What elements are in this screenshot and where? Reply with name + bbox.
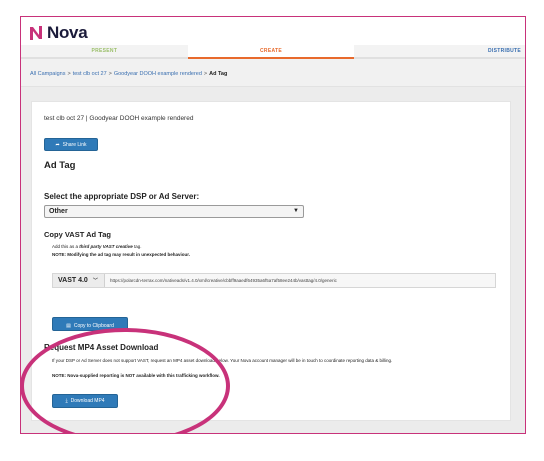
dsp-select[interactable]: Other ▼ — [44, 205, 304, 218]
page-title: Ad Tag — [44, 160, 76, 171]
dsp-heading: Select the appropriate DSP or Ad Server: — [44, 192, 200, 201]
vast-description: Add this as a third party VAST creative … — [52, 244, 141, 249]
share-icon: ➦ — [55, 141, 60, 148]
download-icon: ⤓ — [65, 398, 68, 404]
download-mp4-button[interactable]: ⤓ Download MP4 — [52, 394, 118, 408]
ad-tag-field: VAST 4.0 ﹀ https://polarcdn-terrax.com/n… — [52, 273, 496, 288]
dsp-select-value: Other — [49, 208, 68, 215]
clipboard-icon: ▤ — [66, 323, 71, 329]
card-title: test clb oct 27 | Goodyear DOOH example … — [44, 115, 194, 122]
mp4-note: NOTE: Nova-supplied reporting is NOT ava… — [52, 373, 220, 378]
breadcrumb-link-creative[interactable]: Goodyear DOOH example rendered — [114, 71, 202, 77]
browser-frame: Nova PRESENT CREATE DISTRIBUTE All Campa… — [20, 16, 526, 434]
chevron-down-icon: ﹀ — [92, 278, 98, 284]
breadcrumb-separator: > — [203, 71, 208, 77]
breadcrumb-link-campaign[interactable]: test clb oct 27 — [73, 71, 107, 77]
ad-tag-card: test clb oct 27 | Goodyear DOOH example … — [21, 101, 511, 433]
logo[interactable]: Nova — [29, 23, 88, 43]
copy-to-clipboard-label: Copy to Clipboard — [73, 323, 114, 329]
vast-version-value: VAST 4.0 — [58, 277, 88, 284]
breadcrumb: All Campaigns > test clb oct 27 > Goodyear D… — [21, 59, 525, 87]
breadcrumb-current: Ad Tag — [209, 71, 228, 77]
tab-distribute[interactable]: DISTRIBUTE — [354, 45, 525, 59]
mp4-description: If your DSP or Ad Server does not suppor… — [52, 358, 393, 363]
step-tabs: PRESENT CREATE DISTRIBUTE — [21, 45, 525, 59]
copy-to-clipboard-button[interactable]: ▤ Copy to Clipboard — [52, 317, 128, 331]
app-header: Nova — [21, 17, 525, 45]
ad-tag-url[interactable]: https://polarcdn-terrax.com/nativeads/v1… — [105, 278, 337, 283]
breadcrumb-link-campaigns[interactable]: All Campaigns — [30, 71, 65, 77]
share-link-label: Share Link — [62, 141, 87, 148]
vast-desc-emphasis: third party VAST creative — [79, 244, 133, 249]
vast-heading: Copy VAST Ad Tag — [44, 230, 111, 239]
breadcrumb-separator: > — [108, 71, 112, 77]
caret-down-icon: ▼ — [293, 208, 299, 214]
vast-desc-suffix: tag. — [132, 244, 142, 249]
vast-desc-prefix: Add this as a — [52, 244, 80, 249]
breadcrumb-separator: > — [67, 71, 71, 77]
vast-version-select[interactable]: VAST 4.0 ﹀ — [53, 274, 105, 287]
share-link-button[interactable]: ➦ Share Link — [44, 138, 98, 151]
download-mp4-label: Download MP4 — [70, 398, 105, 404]
vast-note: NOTE: Modifying the ad tag may result in… — [52, 252, 191, 257]
tab-create[interactable]: CREATE — [187, 45, 355, 59]
mp4-heading: Request MP4 Asset Download — [44, 343, 159, 352]
tab-present[interactable]: PRESENT — [21, 45, 188, 59]
brand-name: Nova — [47, 23, 88, 42]
nova-logo-icon — [29, 25, 43, 41]
